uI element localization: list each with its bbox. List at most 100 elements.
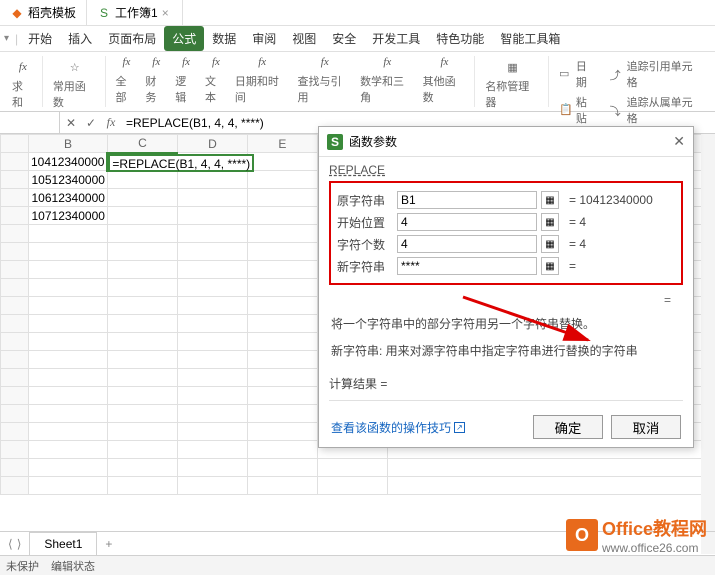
- sheet-nav-next[interactable]: ⟩: [17, 537, 22, 551]
- file-menu[interactable]: ▾: [4, 33, 9, 44]
- boxed-button[interactable]: ▭日期: [555, 56, 602, 92]
- math-button[interactable]: fx数学和三角: [356, 51, 419, 107]
- external-link-icon: ↗: [454, 422, 465, 433]
- menu-view[interactable]: 视图: [284, 26, 324, 51]
- cell[interactable]: 10712340000: [29, 207, 108, 225]
- sum-button[interactable]: fx求和: [8, 56, 38, 112]
- param-input-old-text[interactable]: [397, 191, 537, 209]
- close-icon[interactable]: ×: [162, 6, 172, 20]
- menu-smart[interactable]: 智能工具箱: [492, 26, 568, 51]
- menu-security[interactable]: 安全: [324, 26, 364, 51]
- vertical-scrollbar[interactable]: [701, 134, 715, 554]
- calc-result: 计算结果 =: [329, 375, 683, 392]
- fx-icon: fx: [14, 58, 32, 76]
- function-description: 将一个字符串中的部分字符用另一个字符串替换。: [329, 311, 683, 338]
- fx-icon: fx: [147, 53, 165, 71]
- param-description: 新字符串: 用来对源字符串中指定字符串进行替换的字符串: [329, 338, 683, 365]
- params-box: 原字符串 ▦ = 10412340000 开始位置 ▦ = 4 字符个数 ▦ =…: [329, 181, 683, 285]
- range-picker-icon[interactable]: ▦: [541, 213, 559, 231]
- menu-data[interactable]: 数据: [204, 26, 244, 51]
- ok-button[interactable]: 确定: [533, 415, 603, 439]
- accept-formula-button[interactable]: ✓: [84, 116, 98, 130]
- col-header[interactable]: D: [177, 135, 247, 153]
- range-picker-icon[interactable]: ▦: [541, 235, 559, 253]
- fx-icon: fx: [316, 53, 334, 71]
- editing-cell[interactable]: =REPLACE(B1, 4, 4, ****): [107, 153, 177, 171]
- ribbon: fx求和 ☆常用函数 fx全部 fx财务 fx逻辑 fx文本 fx日期和时间 f…: [0, 52, 715, 112]
- cell[interactable]: 10512340000: [29, 171, 108, 189]
- menu-layout[interactable]: 页面布局: [100, 26, 164, 51]
- help-link[interactable]: 查看该函数的操作技巧 ↗: [331, 419, 465, 436]
- col-header[interactable]: B: [29, 135, 108, 153]
- close-icon[interactable]: ✕: [673, 133, 685, 150]
- star-icon: ☆: [66, 58, 84, 76]
- function-args-dialog: S 函数参数 ✕ REPLACE 原字符串 ▦ = 10412340000 开始…: [318, 126, 694, 448]
- cancel-button[interactable]: 取消: [611, 415, 681, 439]
- param-input-start[interactable]: [397, 213, 537, 231]
- text-button[interactable]: fx文本: [201, 51, 231, 107]
- all-fn-button[interactable]: fx全部: [112, 51, 142, 107]
- col-header[interactable]: E: [247, 135, 317, 153]
- param-label: 字符个数: [337, 236, 393, 253]
- range-picker-icon[interactable]: ▦: [541, 257, 559, 275]
- param-label: 新字符串: [337, 258, 393, 275]
- param-result: = 10412340000: [569, 193, 653, 207]
- menu-dev[interactable]: 开发工具: [364, 26, 428, 51]
- common-fn-button[interactable]: ☆常用函数: [49, 56, 101, 112]
- add-sheet-button[interactable]: +: [97, 533, 120, 555]
- doc-tab-workbook[interactable]: S 工作簿1 ×: [87, 0, 183, 25]
- corner-cell[interactable]: [1, 135, 29, 153]
- spreadsheet-icon: S: [97, 6, 111, 20]
- result-preview: =: [329, 293, 683, 311]
- trace-icon: ⤴: [610, 67, 624, 81]
- cell[interactable]: [247, 153, 317, 171]
- range-picker-icon[interactable]: ▦: [541, 191, 559, 209]
- cancel-formula-button[interactable]: ✕: [64, 116, 78, 130]
- watermark-url: www.office26.com: [602, 541, 707, 555]
- sheet-tab[interactable]: Sheet1: [29, 532, 97, 555]
- logic-button[interactable]: fx逻辑: [171, 51, 201, 107]
- cell[interactable]: 10412340000: [29, 153, 108, 171]
- row-header[interactable]: [1, 207, 29, 225]
- fx-icon: fx: [378, 53, 396, 71]
- dialog-title: 函数参数: [349, 133, 397, 150]
- sheet-nav-prev[interactable]: ⟨: [8, 537, 13, 551]
- menu-special[interactable]: 特色功能: [428, 26, 492, 51]
- menu-formula[interactable]: 公式: [164, 26, 204, 51]
- fx-icon: fx: [207, 53, 225, 71]
- trace-ref-button[interactable]: ⤴追踪引用单元格: [606, 56, 707, 92]
- template-icon: ◆: [10, 6, 24, 20]
- row-header[interactable]: [1, 171, 29, 189]
- row-header[interactable]: [1, 189, 29, 207]
- param-input-num-chars[interactable]: [397, 235, 537, 253]
- menu-home[interactable]: 开始: [20, 26, 60, 51]
- row-header[interactable]: [1, 153, 29, 171]
- fx-icon: fx: [435, 53, 453, 71]
- param-result: = 4: [569, 215, 586, 229]
- name-box[interactable]: [0, 112, 60, 133]
- doc-tab-templates[interactable]: ◆ 稻壳模板: [0, 0, 87, 25]
- fx-icon: fx: [117, 53, 135, 71]
- name-manager-button[interactable]: ▦名称管理器: [481, 56, 544, 112]
- lookup-button[interactable]: fx查找与引用: [293, 51, 356, 107]
- datetime-button[interactable]: fx日期和时间: [231, 51, 294, 107]
- cell[interactable]: 10612340000: [29, 189, 108, 207]
- watermark-title: Office教程网: [602, 515, 707, 541]
- edit-mode-status: 编辑状态: [51, 558, 95, 574]
- box-icon: ▭: [559, 67, 573, 81]
- app-icon: S: [327, 134, 343, 150]
- param-input-new-text[interactable]: [397, 257, 537, 275]
- menu-bar: ▾ | 开始 插入 页面布局 公式 数据 审阅 视图 安全 开发工具 特色功能 …: [0, 26, 715, 52]
- param-result: = 4: [569, 237, 586, 251]
- doc-tab-label: 工作簿1: [115, 4, 158, 21]
- name-manager-icon: ▦: [504, 58, 522, 76]
- watermark-icon: O: [566, 519, 598, 551]
- menu-insert[interactable]: 插入: [60, 26, 100, 51]
- col-header[interactable]: C: [107, 135, 177, 153]
- other-fn-button[interactable]: fx其他函数: [419, 51, 471, 107]
- protection-status: 未保护: [6, 558, 39, 574]
- param-result: =: [569, 259, 576, 273]
- menu-review[interactable]: 审阅: [244, 26, 284, 51]
- insert-fn-button[interactable]: fx: [104, 115, 118, 130]
- finance-button[interactable]: fx财务: [141, 51, 171, 107]
